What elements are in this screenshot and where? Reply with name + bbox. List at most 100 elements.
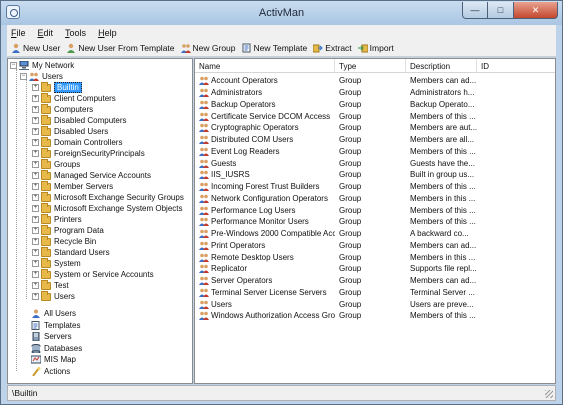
column-header-type[interactable]: Type [335,59,406,73]
expand-icon[interactable]: + [32,117,39,124]
minimize-button[interactable]: — [462,2,488,19]
group-name: Pre-Windows 2000 Compatible Acc... [211,229,335,239]
tree-node-container[interactable]: + Standard Users [32,246,110,258]
expand-icon[interactable]: + [32,282,39,289]
column-header-id[interactable]: ID [477,59,555,73]
tree-node-templates[interactable]: Templates [31,320,80,331]
tree-node-container[interactable]: + Printers [32,213,82,225]
column-header-name[interactable]: Name [195,59,335,73]
tree-node-label: Member Servers [54,182,114,191]
list-item[interactable]: Server Operators Group Members can ad... [195,275,555,287]
navigation-tree[interactable]: − My Network − Users + Builtin + Client Com… [7,58,193,384]
list-item[interactable]: Print Operators Group Members can ad... [195,240,555,252]
expand-icon[interactable]: + [32,106,39,113]
close-button[interactable]: ✕ [514,2,558,19]
menu-edit[interactable]: Edit [38,28,54,38]
list-item[interactable]: Performance Log Users Group Members of thi… [195,204,555,216]
tree-node-container[interactable]: + Microsoft Exchange System Objects [32,202,183,214]
tree-node-container[interactable]: + Member Servers [32,180,114,192]
folder-icon [41,257,51,268]
menu-file[interactable]: File [11,28,26,38]
extract-button[interactable]: Extract [313,43,352,53]
tree-node-servers[interactable]: Servers [31,331,72,342]
list-item[interactable]: Account Operators Group Members can ad... [195,75,555,87]
list-item[interactable]: Windows Authorization Access Gro... Group… [195,310,555,322]
tree-node-mis-map[interactable]: MIS Map [31,354,76,365]
resize-grip-icon[interactable] [545,390,553,398]
tree-node-label: Users [54,292,75,301]
list-item[interactable]: Remote Desktop Users Group Members in this… [195,251,555,263]
collapse-icon[interactable]: − [20,73,27,80]
group-list[interactable]: Name Type Description ID Account Operato… [194,58,556,384]
tree-node-databases[interactable]: Databases [31,343,82,354]
list-item[interactable]: Administrators Group Administrators h... [195,87,555,99]
expand-icon[interactable]: + [32,150,39,157]
expand-icon[interactable]: + [32,172,39,179]
tree-node-container[interactable]: + System or Service Accounts [32,268,154,280]
tree-node-container[interactable]: + Domain Controllers [32,136,122,148]
expand-icon[interactable]: + [32,84,39,91]
tree-node-container[interactable]: + Builtin [32,81,82,93]
expand-icon[interactable]: + [32,238,39,245]
expand-icon[interactable]: + [32,260,39,267]
new-group-button[interactable]: New Group [180,43,236,53]
expand-icon[interactable]: + [32,95,39,102]
databases-icon [31,343,41,353]
tree-node-container[interactable]: + System [32,257,81,269]
list-item[interactable]: Event Log Readers Group Members of this ..… [195,146,555,158]
menu-help[interactable]: Help [98,28,117,38]
tree-node-container[interactable]: + Groups [32,158,80,170]
list-item[interactable]: Certificate Service DCOM Access Group Memb… [195,110,555,122]
tree-node-my-network[interactable]: − My Network [10,60,74,71]
new-template-icon [242,43,251,53]
expand-icon[interactable]: + [32,161,39,168]
expand-icon[interactable]: + [32,249,39,256]
folder-icon [41,224,51,235]
import-button[interactable]: Import [357,43,394,53]
expand-icon[interactable]: + [32,293,39,300]
tree-node-container[interactable]: + Test [32,279,69,291]
expand-icon[interactable]: + [32,183,39,190]
list-item[interactable]: Performance Monitor Users Group Members of… [195,216,555,228]
tree-node-container[interactable]: + Managed Service Accounts [32,169,151,181]
tree-node-users[interactable]: − Users [20,71,63,82]
tree-node-actions[interactable]: Actions [31,366,70,377]
tree-node-container[interactable]: + Client Computers [32,92,116,104]
tree-node-container[interactable]: + Computers [32,103,93,115]
tree-node-container[interactable]: + ForeignSecurityPrincipals [32,147,145,159]
list-item[interactable]: Pre-Windows 2000 Compatible Acc... Group A… [195,228,555,240]
expand-icon[interactable]: + [32,205,39,212]
list-item[interactable]: IIS_IUSRS Group Built in group us... [195,169,555,181]
maximize-button[interactable]: □ [488,2,514,19]
new-template-button[interactable]: New Template [242,43,307,53]
tree-node-container[interactable]: + Recycle Bin [32,235,96,247]
tree-node-container[interactable]: + Disabled Users [32,125,108,137]
list-item[interactable]: Cryptographic Operators Group Members are … [195,122,555,134]
collapse-icon[interactable]: − [10,62,17,69]
expand-icon[interactable]: + [32,128,39,135]
tree-node-all-users[interactable]: All Users [31,308,76,319]
expand-icon[interactable]: + [32,194,39,201]
list-item[interactable]: Replicator Group Supports file repl... [195,263,555,275]
list-item[interactable]: Guests Group Guests have the... [195,157,555,169]
expand-icon[interactable]: + [32,271,39,278]
expand-icon[interactable]: + [32,227,39,234]
column-header-description[interactable]: Description [406,59,477,73]
new-user-button[interactable]: New User [11,43,60,53]
list-item[interactable]: Incoming Forest Trust Builders Group Membe… [195,181,555,193]
new-user-from-template-button[interactable]: New User From Template [66,43,175,53]
tree-node-container[interactable]: + Disabled Computers [32,114,126,126]
group-name: Guests [211,158,237,168]
list-item[interactable]: Backup Operators Group Backup Operato... [195,99,555,111]
tree-node-container[interactable]: + Program Data [32,224,104,236]
list-item[interactable]: Distributed COM Users Group Members are al… [195,134,555,146]
list-item[interactable]: Network Configuration Operators Group Memb… [195,193,555,205]
expand-icon[interactable]: + [32,216,39,223]
title-bar[interactable]: ActivMan — □ ✕ [1,1,562,25]
list-item[interactable]: Users Group Users are preve... [195,298,555,310]
menu-tools[interactable]: Tools [65,28,86,38]
tree-node-container[interactable]: + Users [32,290,75,302]
tree-node-container[interactable]: + Microsoft Exchange Security Groups [32,191,184,203]
expand-icon[interactable]: + [32,139,39,146]
list-item[interactable]: Terminal Server License Servers Group Term… [195,287,555,299]
